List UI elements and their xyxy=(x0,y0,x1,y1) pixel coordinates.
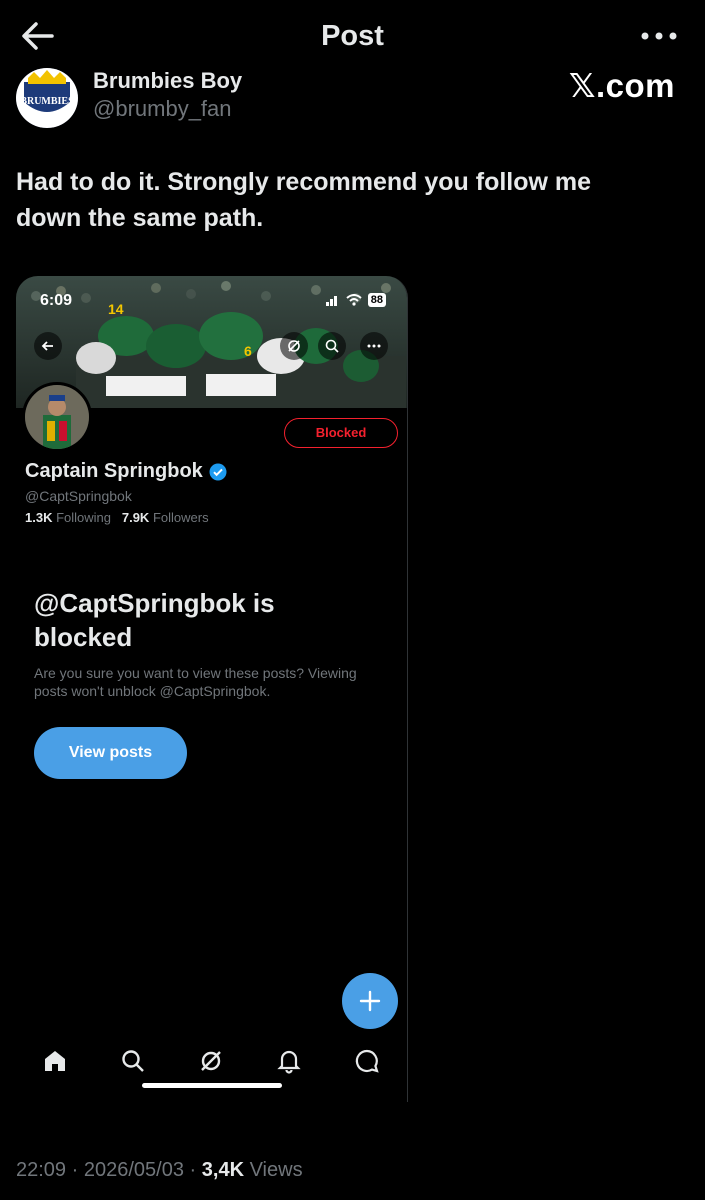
following-label[interactable]: Following xyxy=(56,510,111,525)
following-count[interactable]: 1.3K xyxy=(25,510,52,525)
meta-separator: · xyxy=(71,1159,79,1181)
followers-count[interactable]: 7.9K xyxy=(122,510,149,525)
view-posts-button[interactable]: View posts xyxy=(34,727,187,779)
profile-name-text: Captain Springbok xyxy=(25,460,203,482)
search-icon[interactable] xyxy=(120,1048,146,1074)
home-icon[interactable] xyxy=(42,1048,68,1074)
page-title: Post xyxy=(321,20,384,52)
status-icons: 88 xyxy=(325,292,386,308)
post-meta: 22:09 · 2026/05/03 · 3,4K Views xyxy=(16,1159,303,1182)
profile-avatar[interactable] xyxy=(22,382,92,452)
author-name[interactable]: Brumbies Boy xyxy=(93,68,242,94)
author-avatar[interactable]: BRUMBIES xyxy=(16,68,78,128)
home-indicator xyxy=(142,1083,282,1088)
signal-icon xyxy=(325,296,337,306)
jersey-number: 14 xyxy=(108,301,124,317)
jersey-number: 6 xyxy=(244,343,252,359)
compose-button[interactable] xyxy=(342,973,398,1029)
more-horizontal-icon[interactable] xyxy=(360,332,388,360)
tab-bar xyxy=(16,1046,407,1076)
followers-label[interactable]: Followers xyxy=(153,510,209,525)
author-handle[interactable]: @brumby_fan xyxy=(93,96,232,122)
blocked-title: @CaptSpringbok is blocked xyxy=(34,588,275,652)
embedded-screenshot[interactable]: 14 6 6:09 88 Blocked Captain Springbok @… xyxy=(16,276,408,1102)
messages-icon[interactable] xyxy=(354,1048,380,1074)
x-watermark: 𝕏.com xyxy=(568,67,675,104)
avatar-logo-text: BRUMBIES xyxy=(20,96,74,107)
battery-indicator: 88 xyxy=(367,293,386,307)
status-time: 6:09 xyxy=(40,292,73,309)
profile-stats: 1.3K Following 7.9K Followers xyxy=(25,510,209,525)
plus-icon xyxy=(359,990,381,1012)
bell-icon[interactable] xyxy=(276,1048,302,1074)
grok-icon[interactable] xyxy=(280,332,308,360)
wifi-icon xyxy=(346,294,362,306)
blocked-button[interactable]: Blocked xyxy=(284,418,398,448)
post-date: 2026/05/03 xyxy=(83,1159,184,1181)
post-text: Had to do it. Strongly recommend you fol… xyxy=(16,168,592,232)
views-label[interactable]: Views xyxy=(250,1159,303,1181)
arrow-left-icon[interactable] xyxy=(34,332,62,360)
blocked-subtitle: Are you sure you want to view these post… xyxy=(34,665,357,699)
views-count[interactable]: 3,4K xyxy=(202,1159,244,1181)
profile-name: Captain Springbok xyxy=(25,460,227,483)
profile-handle: @CaptSpringbok xyxy=(25,488,132,504)
verified-badge-icon xyxy=(209,463,227,480)
search-icon[interactable] xyxy=(318,332,346,360)
post-time: 22:09 xyxy=(16,1159,67,1181)
grok-icon[interactable] xyxy=(198,1048,224,1074)
meta-separator: · xyxy=(189,1159,197,1181)
more-horizontal-icon[interactable] xyxy=(639,26,679,46)
top-bar: Post xyxy=(0,0,705,72)
